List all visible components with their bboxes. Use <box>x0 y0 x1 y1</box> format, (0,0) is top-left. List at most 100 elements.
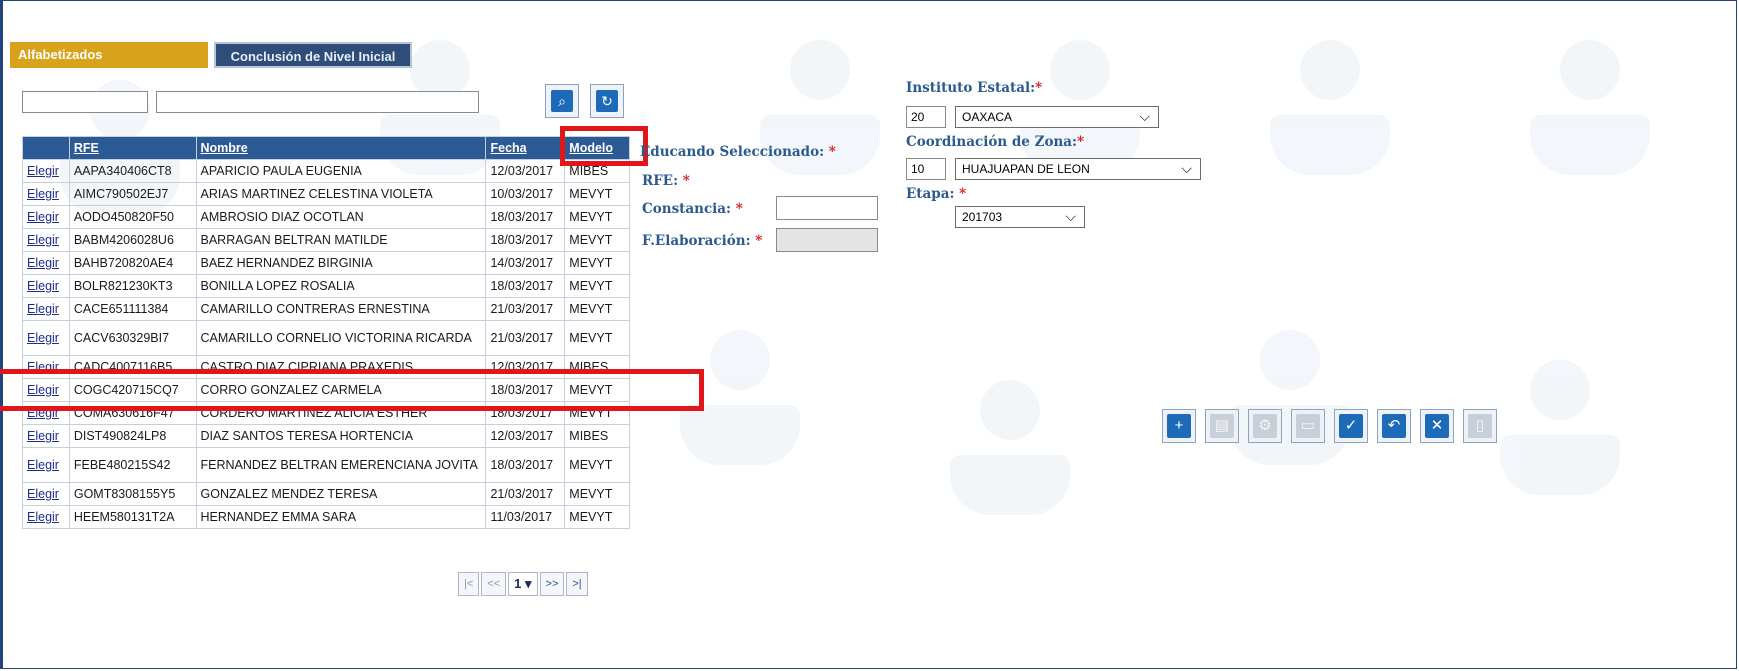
last-page-button[interactable]: >| <box>566 572 588 596</box>
table-row: Elegir AAPA340406CT8 APARICIO PAULA EUGENI… <box>22 159 630 183</box>
modelo-cell: MEVYT <box>564 447 630 483</box>
header-fecha[interactable]: Fecha <box>485 136 566 160</box>
refresh-button[interactable]: ↻ <box>590 84 624 118</box>
elegir-link[interactable]: Elegir <box>27 429 59 443</box>
elegir-link[interactable]: Elegir <box>27 510 59 524</box>
rfe-cell: CACE651111384 <box>68 297 197 321</box>
page-select[interactable]: 1 ▾ <box>508 572 538 596</box>
tab-alfabetizados[interactable]: Alfabetizados <box>10 42 208 68</box>
new-button[interactable]: + <box>1162 409 1196 443</box>
modelo-cell: MEVYT <box>564 228 630 252</box>
cancel-x-icon: ✕ <box>1425 414 1449 438</box>
accept-check-icon: ✓ <box>1339 414 1363 438</box>
settings-button[interactable]: ⚙ <box>1248 409 1282 443</box>
elegir-link[interactable]: Elegir <box>27 331 59 345</box>
coordinacion-select[interactable]: HUAJUAPAN DE LEON ⌵ <box>955 158 1201 180</box>
rfe-label: RFE: * <box>642 173 690 189</box>
watermark-figure <box>950 380 1070 530</box>
rfe-cell: DIST490824LP8 <box>68 424 197 448</box>
select-cell: Elegir <box>22 482 70 506</box>
table-row: Elegir GOMT8308155Y5 GONZALEZ MENDEZ TERES… <box>22 482 630 506</box>
instituto-select[interactable]: OAXACA ⌵ <box>955 106 1159 128</box>
select-cell: Elegir <box>22 320 70 356</box>
select-cell: Elegir <box>22 505 70 529</box>
rfe-cell: BABM4206028U6 <box>68 228 197 252</box>
nombre-cell: CAMARILLO CORNELIO VICTORINA RICARDA <box>195 320 487 356</box>
felaboracion-label: F.Elaboración: * <box>642 233 763 249</box>
elegir-link[interactable]: Elegir <box>27 164 59 178</box>
table-row: Elegir BABM4206028U6 BARRAGAN BELTRAN MATI… <box>22 228 630 252</box>
select-cell: Elegir <box>22 251 70 275</box>
header-nombre[interactable]: Nombre <box>195 136 487 160</box>
watermark-figure <box>1500 360 1620 510</box>
accept-button[interactable]: ✓ <box>1334 409 1368 443</box>
report-button[interactable]: ▤ <box>1205 409 1239 443</box>
elegir-link[interactable]: Elegir <box>27 256 59 270</box>
modelo-cell: MEVYT <box>564 482 630 506</box>
constancia-label: Constancia: * <box>642 201 743 217</box>
etapa-select[interactable]: 201703 ⌵ <box>955 206 1085 228</box>
search-rfe-input[interactable] <box>22 91 148 113</box>
fecha-cell: 18/03/2017 <box>485 447 566 483</box>
exit-door-icon: ▯ <box>1468 414 1492 438</box>
pagination: |< << 1 ▾ >> >| <box>458 572 588 596</box>
next-page-button[interactable]: >> <box>539 572 565 596</box>
coordinacion-label: Coordinación de Zona:* <box>906 134 1085 150</box>
table-row: Elegir AIMC790502EJ7 ARIAS MARTINEZ CELEST… <box>22 182 630 206</box>
search-name-input[interactable] <box>156 91 479 113</box>
select-cell: Elegir <box>22 447 70 483</box>
rfe-cell: AODO450820F50 <box>68 205 197 229</box>
instituto-code: 20 <box>906 106 946 128</box>
new-document-icon: + <box>1167 414 1191 438</box>
exit-button[interactable]: ▯ <box>1463 409 1497 443</box>
modelo-cell: MEVYT <box>564 297 630 321</box>
search-document-icon: ⌕ <box>551 90 573 112</box>
header-rfe[interactable]: RFE <box>68 136 197 160</box>
settings-document-icon: ⚙ <box>1253 414 1277 438</box>
elegir-link[interactable]: Elegir <box>27 233 59 247</box>
prev-page-button[interactable]: << <box>481 572 507 596</box>
tab-conclusion-nivel-inicial[interactable]: Conclusión de Nivel Inicial <box>214 42 412 68</box>
first-page-button[interactable]: |< <box>458 572 480 596</box>
nombre-cell: APARICIO PAULA EUGENIA <box>195 159 487 183</box>
constancia-input[interactable] <box>776 196 878 220</box>
fecha-cell: 12/03/2017 <box>485 159 566 183</box>
elegir-link[interactable]: Elegir <box>27 458 59 472</box>
watermark-figure <box>1230 330 1350 480</box>
fecha-cell: 12/03/2017 <box>485 424 566 448</box>
refresh-document-icon: ↻ <box>596 90 618 112</box>
modelo-cell: MEVYT <box>564 320 630 356</box>
elegir-link[interactable]: Elegir <box>27 487 59 501</box>
fecha-cell: 18/03/2017 <box>485 228 566 252</box>
print-icon: ▭ <box>1296 414 1320 438</box>
table-header-row: RFE Nombre Fecha Modelo <box>22 136 630 160</box>
select-cell: Elegir <box>22 182 70 206</box>
modelo-cell: MIBES <box>564 424 630 448</box>
elegir-link[interactable]: Elegir <box>27 210 59 224</box>
elegir-link[interactable]: Elegir <box>27 279 59 293</box>
cancel-button[interactable]: ✕ <box>1420 409 1454 443</box>
search-button[interactable]: ⌕ <box>545 84 579 118</box>
table-row: Elegir CACE651111384 CAMARILLO CONTRERAS E… <box>22 297 630 321</box>
nombre-cell: GONZALEZ MENDEZ TERESA <box>195 482 487 506</box>
report-icon: ▤ <box>1210 414 1234 438</box>
coordinacion-code: 10 <box>906 158 946 180</box>
select-cell: Elegir <box>22 228 70 252</box>
modelo-cell: MEVYT <box>564 274 630 298</box>
nombre-cell: HERNANDEZ EMMA SARA <box>195 505 487 529</box>
rfe-cell: BOLR821230KT3 <box>68 274 197 298</box>
etapa-label: Etapa: * <box>906 186 967 202</box>
modelo-cell: MEVYT <box>564 251 630 275</box>
fecha-cell: 21/03/2017 <box>485 320 566 356</box>
fecha-cell: 21/03/2017 <box>485 482 566 506</box>
fecha-cell: 11/03/2017 <box>485 505 566 529</box>
select-cell: Elegir <box>22 424 70 448</box>
rfe-cell: CACV630329BI7 <box>68 320 197 356</box>
educando-label: Educando Seleccionado: * <box>640 144 836 160</box>
table-row: Elegir BOLR821230KT3 BONILLA LOPEZ ROSALIA… <box>22 274 630 298</box>
print-button[interactable]: ▭ <box>1291 409 1325 443</box>
elegir-link[interactable]: Elegir <box>27 302 59 316</box>
elegir-link[interactable]: Elegir <box>27 187 59 201</box>
undo-button[interactable]: ↶ <box>1377 409 1411 443</box>
modelo-cell: MEVYT <box>564 505 630 529</box>
